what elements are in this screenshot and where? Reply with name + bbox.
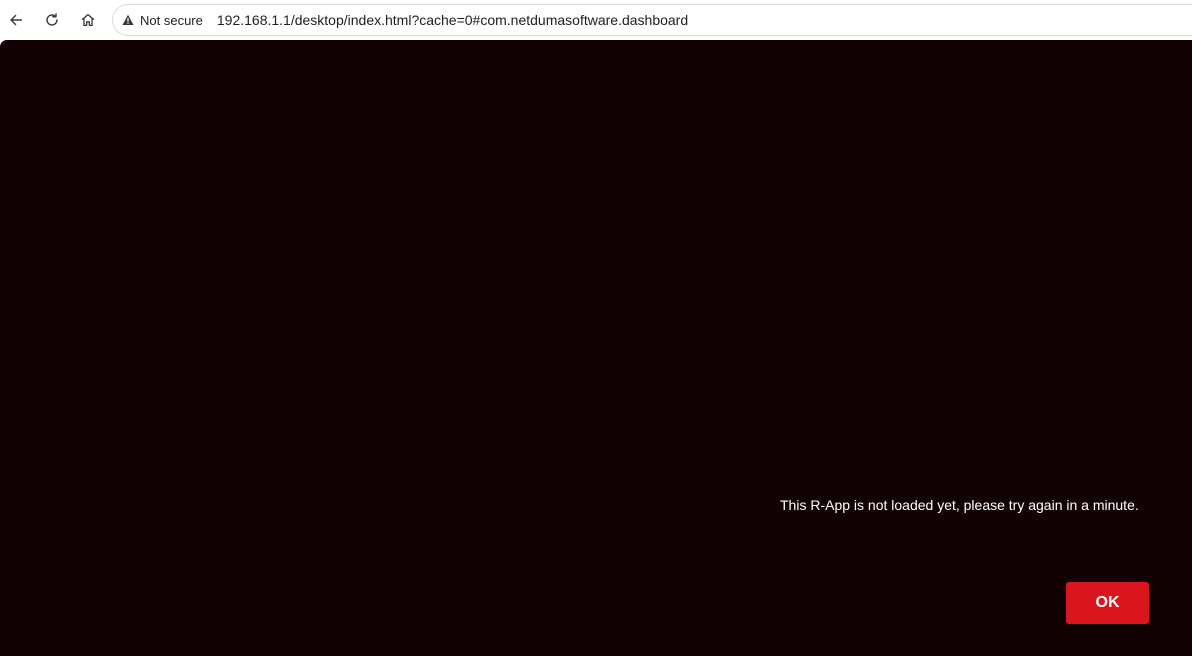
ok-button[interactable]: OK (1066, 582, 1149, 624)
reload-button[interactable] (38, 6, 66, 34)
back-arrow-icon (10, 14, 23, 26)
page-viewport: This R-App is not loaded yet, please try… (0, 40, 1192, 656)
reload-icon (46, 13, 58, 26)
warning-icon (122, 14, 134, 25)
url-text[interactable]: 192.168.1.1/desktop/index.html?cache=0#c… (217, 12, 688, 28)
browser-toolbar: Not secure 192.168.1.1/desktop/index.htm… (0, 0, 1192, 40)
home-icon (81, 13, 95, 27)
alert-dialog: This R-App is not loaded yet, please try… (758, 447, 1154, 641)
back-button[interactable] (2, 6, 30, 34)
security-indicator[interactable]: Not secure (122, 9, 203, 31)
security-label: Not secure (140, 12, 203, 28)
home-button[interactable] (74, 6, 102, 34)
dialog-message: This R-App is not loaded yet, please try… (780, 497, 1139, 513)
address-bar[interactable]: Not secure 192.168.1.1/desktop/index.htm… (112, 4, 1192, 36)
